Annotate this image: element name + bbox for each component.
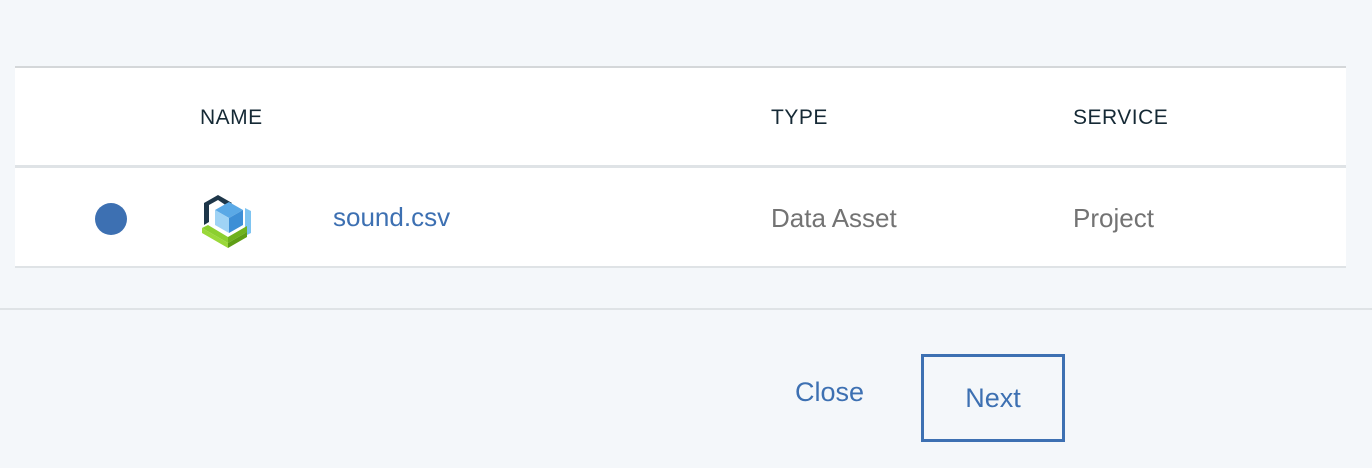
assets-table: NAME TYPE SERVICE sound.csv Data Asset P… [15, 66, 1346, 268]
asset-name-link[interactable]: sound.csv [333, 202, 450, 233]
row-select-radio[interactable] [95, 203, 127, 235]
column-header-service[interactable]: SERVICE [1073, 106, 1168, 130]
asset-type: Data Asset [771, 203, 897, 233]
data-asset-cube-icon [198, 192, 256, 250]
table-row[interactable]: sound.csv Data Asset Project [15, 168, 1346, 268]
column-header-name[interactable]: NAME [200, 106, 263, 130]
footer-divider [0, 308, 1372, 310]
column-header-type[interactable]: TYPE [771, 106, 828, 130]
next-button[interactable]: Next [921, 354, 1065, 442]
close-button[interactable]: Close [795, 377, 864, 408]
table-header: NAME TYPE SERVICE [15, 68, 1346, 168]
asset-service: Project [1073, 203, 1154, 233]
